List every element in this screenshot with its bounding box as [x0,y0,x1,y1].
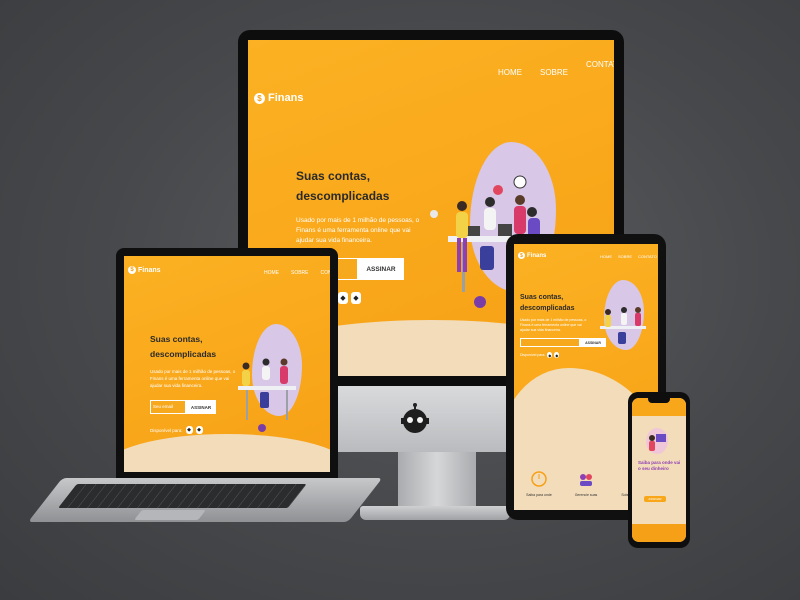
hero-title: Suas contas, descomplicadas [296,166,389,206]
tablet-hero-description: Usado por mais de 1 milhão de pessoas, o… [520,318,590,333]
desktop-stand-base [360,506,510,520]
hero-desc-line1: Usado por mais de 1 milhão de pessoas, o [296,217,420,224]
tablet-logo-badge: $ [518,252,525,259]
laptop-available-label: Disponível para: [150,427,183,433]
people-icon [580,474,592,486]
laptop-keyboard [58,484,307,508]
tablet-nav-home[interactable]: HOME [600,254,612,259]
brand-name: Finans [268,92,304,104]
tablet-nav-contact[interactable]: CONTATO [638,254,657,259]
laptop-nav-about[interactable]: SOBRE [291,270,309,276]
hero-desc-line3: ajudar sua vida financeira. [296,237,372,244]
laptop-available: Disponível para: ◆ ◆ [150,426,203,434]
laptop-nav: HOME SOBRE CONTATO [264,270,330,276]
tablet-title-line1: Suas contas, [520,294,564,301]
play-store-icon[interactable]: ◆ [351,292,361,304]
phone-subscribe-button[interactable]: ASSINAR [644,496,666,502]
tablet-nav: HOME SOBRE CONTATO [600,254,657,259]
feature-item: Gerencie suas [565,470,607,497]
tablet-nav-about[interactable]: SOBRE [618,254,632,259]
mockup-scene: { "brand": { "name": "Finans", "logo_gly… [0,0,800,600]
tablet-brand-name: Finans [527,252,547,259]
robot-logo-icon [401,403,429,433]
desktop-logo[interactable]: $ Finans [254,92,303,104]
hero-title-line2: descomplicadas [296,189,390,203]
laptop-subscribe-button[interactable]: ASSINAR [186,400,216,414]
laptop-nav-home[interactable]: HOME [264,270,279,276]
tablet-apple-store-icon[interactable]: ◆ [547,352,553,358]
laptop-apple-store-icon[interactable]: ◆ [185,426,193,434]
laptop-trackpad[interactable] [134,510,206,520]
laptop-title-line1: Suas contas, [150,334,203,344]
tablet-play-store-icon[interactable]: ◆ [554,352,560,358]
laptop-hero-title: Suas contas, descomplicadas [150,332,216,362]
phone-notch [648,398,670,403]
nav-contact[interactable]: CONTATO [586,60,614,69]
laptop-title-line2: descomplicadas [150,349,217,359]
laptop-team-illustration-icon [238,358,296,432]
desktop-stand [398,452,476,512]
laptop-wave [124,434,330,472]
feature-item: Saiba para onde [518,470,560,497]
phone-title-line2: o seu dinheiro [638,466,669,471]
tablet-email-input[interactable] [520,338,580,347]
laptop-logo[interactable]: $ Finans [128,266,161,274]
desktop-nav: HOME SOBRE CONTATO [498,60,614,77]
logo-badge: $ [254,92,265,104]
phone-title: Saiba para onde vai o seu dinheiro [638,460,680,472]
tablet-available: Disponível para: ◆ ◆ [520,352,560,358]
apple-store-icon[interactable]: ◆ [338,292,348,304]
phone-screen: Saiba para onde vai o seu dinheiro ASSIN… [632,398,686,542]
feature-label: Gerencie suas [574,493,598,497]
tablet-title-line2: descomplicadas [520,305,575,312]
tablet-team-illustration-icon [600,307,646,344]
tablet-hero-title: Suas contas, descomplicadas [520,292,574,314]
laptop-nav-contact[interactable]: CONTATO [321,270,330,276]
desktop-subscribe-button[interactable]: ASSINAR [358,258,404,280]
nav-home[interactable]: HOME [498,68,522,77]
laptop-logo-badge: $ [128,266,136,274]
phone-footer [632,524,686,542]
hero-desc-line2: Finans é uma ferramenta online que vai [296,227,411,234]
hero-description: Usado por mais de 1 milhão de pessoas, o… [296,216,446,246]
laptop-screen: $ Finans HOME SOBRE CONTATO Suas contas,… [124,256,330,472]
laptop-play-store-icon[interactable]: ◆ [195,426,203,434]
tablet-desc-line3: ajudar sua vida financeira. [520,328,561,332]
clock-icon [531,471,547,487]
phone-illustration-icon [649,434,666,451]
nav-about[interactable]: SOBRE [540,68,568,77]
feature-label: Saiba para onde [526,493,552,497]
hero-title-line1: Suas contas, [296,169,371,183]
desktop-store-buttons: ◆ ◆ [338,292,361,304]
laptop-email-input[interactable]: Seu email [150,400,186,414]
tablet-logo[interactable]: $ Finans [518,252,546,259]
tablet-available-label: Disponível para: [520,353,546,357]
laptop-brand-name: Finans [138,266,161,274]
